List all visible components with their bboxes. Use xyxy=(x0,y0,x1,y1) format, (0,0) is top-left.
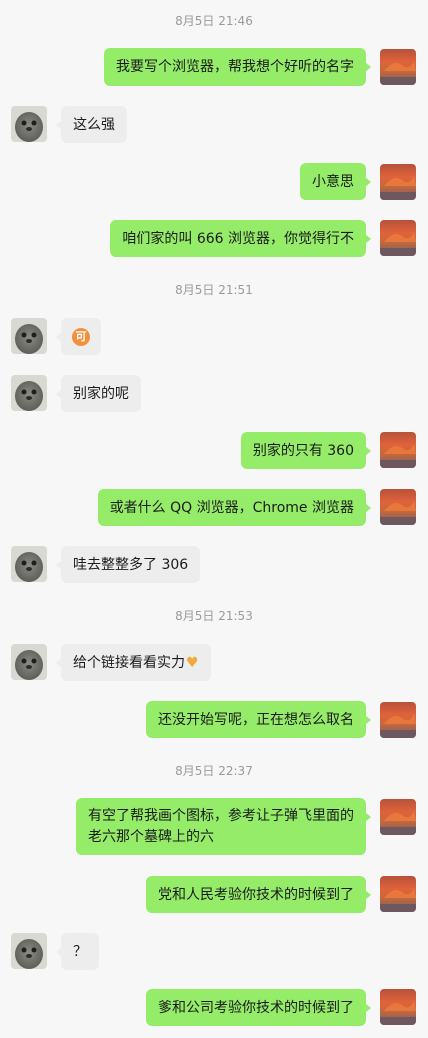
message-text: ？ xyxy=(73,943,87,960)
message-text: 还没开始写呢，正在想怎么取名 xyxy=(158,711,354,728)
message-text: 或者什么 QQ 浏览器，Chrome 浏览器 xyxy=(109,499,354,516)
message-bubble-received[interactable]: 可 xyxy=(56,318,101,355)
message-bubble-sent[interactable]: 咱们家的叫 666 浏览器，你觉得行不 xyxy=(110,220,371,257)
ke-sticker-icon: 可 xyxy=(72,327,90,346)
message-bubble-sent[interactable]: 我要写个浏览器，帮我想个好听的名字 xyxy=(104,48,371,86)
message-bubble-sent[interactable]: 党和人民考验你技术的时候到了 xyxy=(146,876,371,913)
message-text: 别家的呢 xyxy=(73,385,129,402)
message-text: 哇去整整多了 306 xyxy=(73,556,189,573)
my-avatar[interactable] xyxy=(380,49,416,85)
contact-avatar[interactable] xyxy=(11,546,47,582)
my-avatar[interactable] xyxy=(380,164,416,200)
message-text: 小意思 xyxy=(312,173,354,190)
my-avatar[interactable] xyxy=(380,702,416,738)
my-avatar[interactable] xyxy=(380,220,416,256)
my-avatar[interactable] xyxy=(380,489,416,525)
message-bubble-sent[interactable]: 或者什么 QQ 浏览器，Chrome 浏览器 xyxy=(97,489,372,526)
message-bubble-received[interactable]: ？ xyxy=(56,933,99,970)
message-bubble-received[interactable]: 给个链接看看实力 ♥ xyxy=(56,644,211,681)
message-text: 给个链接看看实力 xyxy=(73,654,185,671)
message-text: 爹和公司考验你技术的时候到了 xyxy=(158,999,354,1016)
contact-avatar[interactable] xyxy=(11,933,47,969)
timestamp: 8月5日 21:53 xyxy=(175,609,253,623)
message-text: 我要写个浏览器，帮我想个好听的名字 xyxy=(116,59,354,75)
contact-avatar[interactable] xyxy=(11,318,47,354)
my-avatar[interactable] xyxy=(380,799,416,835)
heart-hands-icon: ♥ xyxy=(186,654,199,671)
timestamp: 8月5日 22:37 xyxy=(175,764,253,778)
message-bubble-sent[interactable]: 还没开始写呢，正在想怎么取名 xyxy=(146,701,371,738)
contact-avatar[interactable] xyxy=(11,644,47,680)
message-bubble-received[interactable]: 别家的呢 xyxy=(56,375,141,412)
message-bubble-sent[interactable]: 爹和公司考验你技术的时候到了 xyxy=(146,989,371,1026)
contact-avatar[interactable] xyxy=(11,106,47,142)
message-bubble-sent[interactable]: 有空了帮我画个图标，参考让子弹飞里面的老六那个墓碑上的六 xyxy=(76,798,371,855)
message-bubble-received[interactable]: 这么强 xyxy=(56,106,127,143)
contact-avatar[interactable] xyxy=(11,375,47,411)
message-bubble-sent[interactable]: 别家的只有 360 xyxy=(240,432,372,469)
message-text: 党和人民考验你技术的时候到了 xyxy=(158,886,354,903)
timestamp: 8月5日 21:51 xyxy=(175,283,253,297)
my-avatar[interactable] xyxy=(380,989,416,1025)
my-avatar[interactable] xyxy=(380,876,416,912)
message-text: 有空了帮我画个图标，参考让子弹飞里面的老六那个墓碑上的六 xyxy=(88,808,354,845)
my-avatar[interactable] xyxy=(380,432,416,468)
message-bubble-received[interactable]: 哇去整整多了 306 xyxy=(55,546,201,583)
message-bubble-sent[interactable]: 小意思 xyxy=(300,163,371,200)
message-text: 这么强 xyxy=(73,116,115,133)
message-text: 咱们家的叫 666 浏览器，你觉得行不 xyxy=(122,230,354,247)
message-text: 别家的只有 360 xyxy=(252,442,354,459)
timestamp: 8月5日 21:46 xyxy=(175,14,253,28)
